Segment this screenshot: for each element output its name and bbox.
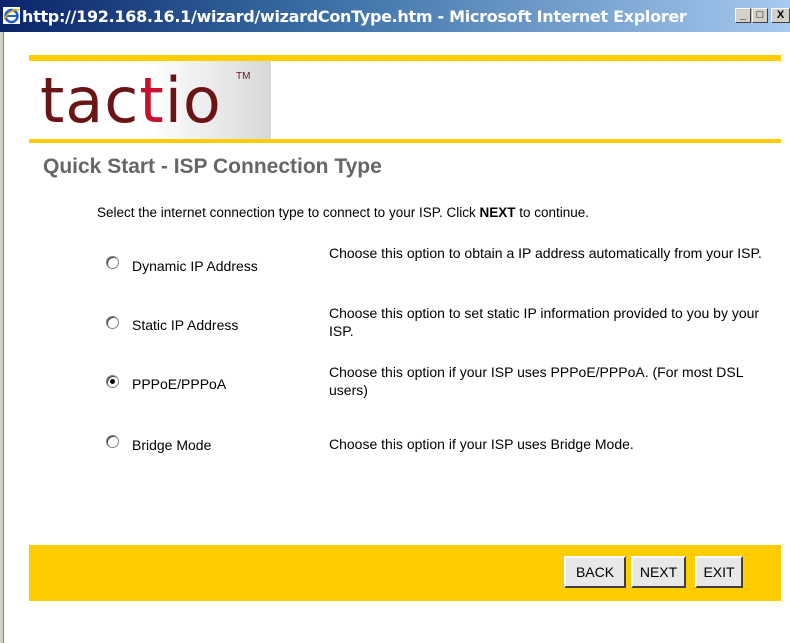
window-titlebar[interactable]: http://192.168.16.1/wizard/wizardConType… — [0, 0, 790, 32]
option-desc-dynamic-ip: Choose this option to obtain a IP addres… — [329, 245, 762, 261]
radio-pppoe[interactable] — [106, 375, 119, 388]
maximize-button[interactable]: □ — [752, 8, 768, 23]
instruction-post: to continue. — [515, 205, 590, 220]
minimize-button[interactable]: _ — [735, 8, 751, 23]
option-desc-pppoe: Choose this option if your ISP uses PPPo… — [329, 364, 743, 398]
instruction-next-bold: NEXT — [479, 205, 516, 220]
option-label-static-ip[interactable]: Static IP Address — [132, 317, 238, 333]
option-desc-static-ip: Choose this option to set static IP info… — [329, 305, 760, 339]
option-desc-bridge-mode: Choose this option if your ISP uses Brid… — [329, 436, 634, 452]
radio-bridge-mode[interactable] — [106, 435, 119, 448]
page-title: Quick Start - ISP Connection Type — [43, 155, 382, 178]
window-title: http://192.168.16.1/wizard/wizardConType… — [22, 7, 687, 26]
trademark-mark: TM — [236, 71, 251, 82]
tactio-logo: tactio — [40, 70, 222, 132]
option-label-bridge-mode[interactable]: Bridge Mode — [132, 437, 211, 453]
radio-static-ip[interactable] — [106, 316, 119, 329]
radio-dynamic-ip[interactable] — [106, 256, 119, 269]
back-button[interactable]: BACK — [564, 556, 626, 588]
option-label-dynamic-ip[interactable]: Dynamic IP Address — [132, 258, 258, 274]
logo-text-pre: tac — [40, 64, 140, 137]
header-bottom-bar — [29, 139, 781, 143]
close-button[interactable]: X — [771, 8, 790, 23]
logo-text-post: io — [164, 64, 222, 137]
logo-text-i: t — [139, 64, 165, 137]
window-left-border — [0, 32, 4, 643]
instruction-text: Select the internet connection type to c… — [97, 205, 589, 220]
exit-button[interactable]: EXIT — [695, 556, 743, 588]
option-label-pppoe[interactable]: PPPoE/PPPoA — [132, 376, 226, 392]
internet-explorer-icon — [3, 7, 20, 24]
next-button[interactable]: NEXT — [631, 556, 686, 588]
instruction-pre: Select the internet connection type to c… — [97, 205, 480, 220]
